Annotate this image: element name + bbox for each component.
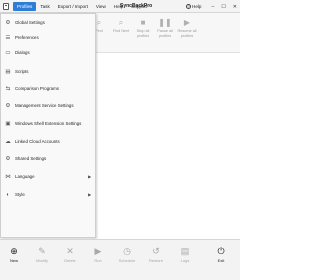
logs-label: Logs [180,258,190,263]
help-label: Help [192,4,202,9]
title-menu-bar: Profiles Task Export / Import View Help … [0,0,240,13]
menu-item-label: Comparison Programs [15,86,59,91]
modify-label: Modify [36,258,48,263]
comparison-icon: ⇆ [5,85,11,92]
menu-item-comparison-programs[interactable]: ⇆ Comparison Programs [1,83,95,94]
management-service-icon: ⚙ [5,102,11,109]
app-icon [3,2,9,10]
pause-all-label: Pause all profiles [157,29,173,38]
language-icon: ⋈ [5,173,11,180]
logs-icon: ▤ [180,246,190,256]
dialogs-icon: ▭ [5,49,11,56]
stop-all-button[interactable]: ■ Stop all profiles [132,17,154,38]
schedule-icon: ◷ [123,246,131,256]
menu-item-windows-shell-extension-settings[interactable]: ▣ Windows Shell Extension Settings [1,118,95,129]
menu-item-label: Linked Cloud Accounts [15,139,60,144]
menu-item-style[interactable]: ◐ Style ▶ [1,189,95,200]
restore-icon: ↺ [152,246,160,256]
menu-item-shared-settings[interactable]: ⚙ Shared Settings [1,153,95,164]
modify-button[interactable]: ✎ Modify [31,245,53,263]
menu-item-label: Dialogs [15,50,30,55]
pause-all-button[interactable]: ❚❚ Pause all profiles [154,17,176,38]
exit-icon: ⏻ [217,246,225,256]
run-icon: ▶ [94,246,102,256]
window-title: SyncBackPro [120,3,153,9]
cloud-accounts-icon: ☁ [5,138,11,145]
restore-button[interactable]: ↺ Restore [145,245,167,263]
menu-item-label: Language [15,174,35,179]
modify-icon: ✎ [38,246,46,256]
menu-item-label: Global Settings [15,20,45,25]
profile-list-area[interactable] [86,54,240,238]
menu-item-scripts[interactable]: ▤ Scripts [1,66,95,77]
scripts-icon: ▤ [5,68,11,75]
menu-profiles[interactable]: Profiles [13,1,37,11]
schedule-button[interactable]: ◷ Schedule [116,245,138,263]
menu-view[interactable]: View [92,2,110,11]
exit-label: Exit [217,258,225,263]
window-controls: – ☐ ✕ [212,0,237,13]
menu-item-dialogs[interactable]: ▭ Dialogs [1,47,95,58]
menu-item-label: Windows Shell Extension Settings [15,121,82,126]
delete-icon: ✕ [66,246,74,256]
new-button[interactable]: ⊕ New [3,245,25,263]
menu-item-language[interactable]: ⋈ Language ▶ [1,171,95,182]
delete-label: Delete [64,258,76,263]
top-toolbar: ⌕ Find ⌕ Find Next ■ Stop all profiles ❚… [86,13,240,53]
menu-item-management-service-settings[interactable]: ⚙ Management Service Settings [1,100,95,111]
menu-task[interactable]: Task [36,2,53,11]
menu-item-label: Scripts [15,69,29,74]
menu-item-global-settings[interactable]: ⚙ Global Settings [1,17,95,28]
run-label: Run [94,258,102,263]
find-next-label: Find Next [112,29,130,33]
menu-item-label: Style [15,192,25,197]
new-label: New [9,258,18,263]
menu-item-label: Management Service Settings [15,103,74,108]
menu-export-import[interactable]: Export / Import [54,2,92,11]
submenu-arrow-icon: ▶ [88,175,91,179]
preferences-icon: ☰ [5,34,11,41]
shell-extension-icon: ▣ [5,120,11,127]
find-next-button[interactable]: ⌕ Find Next [110,17,132,34]
help-icon: ? [186,4,191,9]
minimize-button[interactable]: – [212,4,215,10]
stop-all-label: Stop all profiles [136,29,150,38]
resume-all-icon: ▶ [183,18,191,27]
shared-settings-icon: ⚙ [5,155,11,162]
style-icon: ◐ [6,191,10,198]
schedule-label: Schedule [118,258,136,263]
menu-item-label: Preferences [15,35,39,40]
menu-item-label: Shared Settings [15,156,47,161]
menu-item-preferences[interactable]: ☰ Preferences [1,32,95,43]
new-profile-icon: ⊕ [10,246,18,256]
pause-all-icon: ❚❚ [158,18,172,27]
stop-all-icon: ■ [140,18,146,27]
delete-button[interactable]: ✕ Delete [59,245,81,263]
resume-all-button[interactable]: ▶ Resume all profiles [176,17,198,38]
close-button[interactable]: ✕ [233,4,237,10]
restore-label: Restore [148,258,163,263]
submenu-arrow-icon: ▶ [88,193,91,197]
logs-button[interactable]: ▤ Logs [174,245,196,263]
exit-button[interactable]: ⏻ Exit [210,245,232,263]
run-button[interactable]: ▶ Run [87,245,109,263]
resume-all-label: Resume all profiles [177,29,197,38]
maximize-button[interactable]: ☐ [221,4,225,10]
bottom-toolbar: ⊕ New ✎ Modify ✕ Delete ▶ Run ◷ Schedule… [0,239,240,280]
profiles-dropdown-menu: ⚙ Global Settings ☰ Preferences ▭ Dialog… [0,13,96,238]
global-settings-icon: ⚙ [5,19,11,26]
help-button[interactable]: ? Help [186,0,201,13]
find-next-icon: ⌕ [118,18,124,27]
menu-item-linked-cloud-accounts[interactable]: ☁ Linked Cloud Accounts [1,136,95,147]
